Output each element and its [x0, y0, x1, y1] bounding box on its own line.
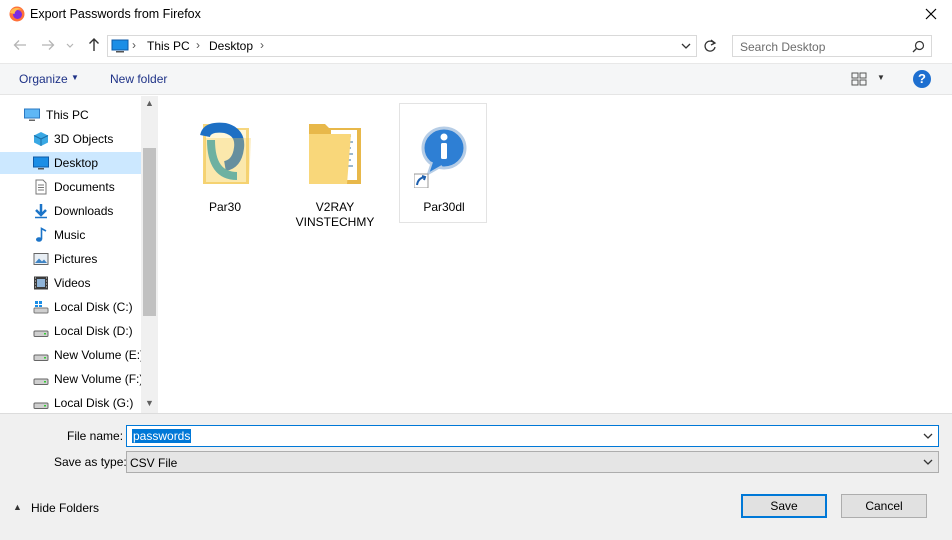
scroll-up-icon[interactable]: ▲ [145, 98, 154, 108]
view-options-caret-icon[interactable]: ▼ [877, 73, 885, 82]
sidebar-item-label: 3D Objects [54, 132, 114, 146]
sidebar-item-local-disk-d[interactable]: Local Disk (D:) [0, 320, 141, 342]
file-name-label: File name: [67, 429, 124, 443]
par30-folder-icon [200, 122, 251, 184]
file-item-par30[interactable]: Par30 [181, 104, 269, 224]
navigation-bar: › This PC › Desktop › Search Desktop [0, 32, 952, 60]
info-shortcut-icon [414, 126, 467, 188]
save-button[interactable]: Save [741, 494, 827, 518]
drive-icon [33, 402, 49, 409]
sidebar-item-label: Local Disk (D:) [54, 324, 133, 338]
sidebar-item-new-volume-e[interactable]: New Volume (E:) [0, 344, 145, 366]
sidebar-item-label: Documents [54, 180, 115, 194]
sidebar-item-videos[interactable]: Videos [0, 272, 141, 294]
sidebar-item-3d-objects[interactable]: 3D Objects [0, 128, 141, 150]
sidebar-item-local-disk-g[interactable]: Local Disk (G:) [0, 392, 141, 413]
address-history-chevron-icon[interactable] [680, 39, 692, 53]
organize-caret-icon[interactable]: ▼ [71, 73, 79, 82]
refresh-icon[interactable] [700, 35, 720, 57]
music-icon [36, 227, 47, 242]
scroll-down-icon[interactable]: ▼ [145, 398, 154, 408]
navigation-pane: This PC 3D Objects Desktop Documents Dow… [0, 96, 158, 413]
sidebar-item-pictures[interactable]: Pictures [0, 248, 141, 270]
forward-arrow-icon[interactable] [39, 36, 57, 54]
download-icon [35, 204, 47, 219]
sidebar-item-label: Local Disk (C:) [54, 300, 133, 314]
document-icon [35, 179, 47, 195]
file-label: Par30dl [423, 200, 465, 214]
back-arrow-icon[interactable] [11, 36, 29, 54]
drive-icon [33, 330, 49, 337]
sidebar-item-label: Local Disk (G:) [54, 396, 134, 410]
sidebar-item-label: Videos [54, 276, 91, 290]
sidebar-item-label: This PC [46, 108, 89, 122]
file-name-dropdown-chevron-icon[interactable] [922, 430, 934, 442]
recent-locations-chevron-icon[interactable] [64, 36, 76, 54]
cube-icon [33, 132, 49, 146]
chevron-up-icon: ▲ [13, 502, 22, 512]
sidebar-item-label: Music [54, 228, 86, 242]
scrollbar-thumb[interactable] [143, 148, 156, 316]
sidebar-item-label: Desktop [54, 156, 99, 170]
file-label: Par30 [208, 200, 242, 214]
title-bar: Export Passwords from Firefox [0, 0, 952, 30]
drive-icon [33, 378, 49, 385]
navigation-pane-scrollbar[interactable]: ▲ ▼ [141, 96, 157, 413]
sidebar-item-this-pc[interactable]: This PC [0, 104, 141, 126]
sidebar-item-desktop[interactable]: Desktop [0, 152, 141, 174]
close-icon[interactable] [920, 4, 942, 24]
sidebar-item-label: Downloads [54, 204, 114, 218]
up-arrow-icon[interactable] [85, 36, 103, 54]
new-folder-button[interactable]: New folder [110, 72, 167, 86]
cancel-button[interactable]: Cancel [841, 494, 927, 518]
drive-icon [33, 354, 49, 361]
sidebar-item-new-volume-f[interactable]: New Volume (F:) [0, 368, 144, 390]
firefox-icon [9, 6, 25, 22]
file-name-value: passwords [132, 429, 192, 443]
view-options-icon[interactable] [851, 72, 867, 86]
sidebar-item-music[interactable]: Music [0, 224, 141, 246]
command-toolbar: Organize ▼ New folder ▼ ? [0, 63, 952, 95]
pc-icon [24, 108, 40, 121]
organize-menu[interactable]: Organize [19, 72, 68, 86]
breadcrumb-this-pc[interactable]: This PC [147, 39, 190, 53]
pc-icon [111, 39, 129, 53]
file-name-input[interactable]: passwords [126, 425, 939, 447]
address-bar[interactable]: › This PC › Desktop › [107, 35, 697, 57]
sidebar-item-label: New Volume (F:) [54, 372, 144, 386]
save-as-type-label: Save as type: [54, 455, 127, 469]
sidebar-item-downloads[interactable]: Downloads [0, 200, 141, 222]
breadcrumb-desktop[interactable]: Desktop [209, 39, 253, 53]
file-item-par30dl[interactable]: Par30dl [399, 103, 487, 223]
sidebar-item-documents[interactable]: Documents [0, 176, 141, 198]
window-title: Export Passwords from Firefox [30, 7, 201, 21]
breadcrumb-separator: › [196, 38, 200, 52]
video-icon [34, 276, 48, 290]
desktop-icon [33, 156, 49, 170]
pictures-icon [33, 253, 49, 265]
save-as-type-select[interactable]: CSV File [126, 451, 939, 473]
save-form: File name: passwords Save as type: CSV F… [0, 413, 952, 540]
save-as-type-value: CSV File [130, 456, 178, 470]
help-icon[interactable]: ? [913, 70, 931, 88]
search-box[interactable]: Search Desktop [732, 35, 932, 57]
sidebar-item-local-disk-c[interactable]: Local Disk (C:) [0, 296, 141, 318]
folder-icon [309, 124, 361, 184]
file-list: Par30 V2RAY VINSTECHMY Par30dl [159, 96, 952, 413]
breadcrumb-separator: › [132, 38, 136, 52]
file-item-v2ray-vinstechmy[interactable]: V2RAY VINSTECHMY [291, 104, 379, 229]
save-as-type-chevron-icon[interactable] [922, 456, 934, 468]
file-label: V2RAY VINSTECHMY [295, 200, 375, 229]
search-placeholder: Search Desktop [740, 40, 826, 54]
sidebar-item-label: Pictures [54, 252, 98, 266]
sidebar-item-label: New Volume (E:) [54, 348, 145, 362]
hide-folders-label: Hide Folders [31, 501, 100, 515]
system-drive-icon [33, 301, 49, 314]
breadcrumb-separator: › [260, 38, 264, 52]
search-icon [912, 40, 925, 53]
